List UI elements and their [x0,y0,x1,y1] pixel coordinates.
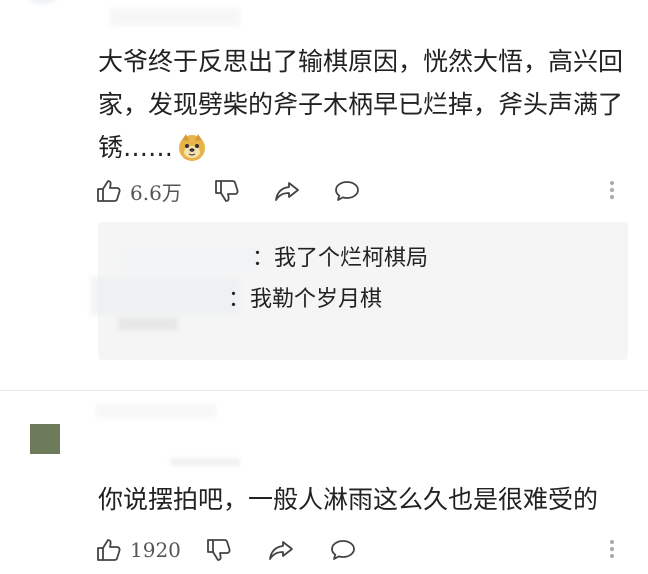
comment-actions: 1920 [96,533,636,567]
comment-bubble-icon [335,181,359,201]
dislike-button[interactable] [214,174,240,208]
reply-meta-blurred [118,318,178,330]
like-button[interactable]: 1920 [96,533,181,567]
thumb-up-icon [97,180,121,202]
like-button[interactable]: 6.6万 [96,174,182,208]
thumb-down-icon [215,180,239,202]
username-blurred [110,8,240,26]
more-options-icon[interactable] [610,178,616,202]
thumb-down-icon [207,539,231,561]
like-count: 1920 [130,538,181,562]
reply-username-blurred [90,276,240,316]
timestamp-blurred [170,458,240,466]
avatar[interactable] [22,0,62,4]
dislike-button[interactable] [206,533,232,567]
reply-button[interactable] [330,533,356,567]
share-button[interactable] [268,533,294,567]
share-button[interactable] [274,174,300,208]
share-icon [275,182,299,201]
comment-text: 大爷终于反思出了输棋原因，恍然大悟，高兴回家，发现劈柴的斧子木柄早已烂掉，斧头声… [98,40,638,169]
doge-emoji-icon [179,134,206,161]
reply-username-blurred [120,246,260,270]
divider [0,390,648,391]
thumb-up-icon [97,539,121,561]
reply-line-2: ：我勒个岁月棋 [228,287,383,312]
reply-button[interactable] [334,174,360,208]
comment-body: 你说摆拍吧，一般人淋雨这么久也是很难受的 [98,485,599,514]
more-options-icon[interactable] [610,537,616,561]
avatar[interactable] [30,424,60,454]
comment-actions: 6.6万 [96,174,636,208]
comment-bubble-icon [331,540,355,560]
share-icon [269,541,293,560]
like-count: 6.6万 [130,180,182,205]
username-blurred [96,404,216,418]
reply-line-1: ：我了个烂柯棋局 [252,246,429,271]
